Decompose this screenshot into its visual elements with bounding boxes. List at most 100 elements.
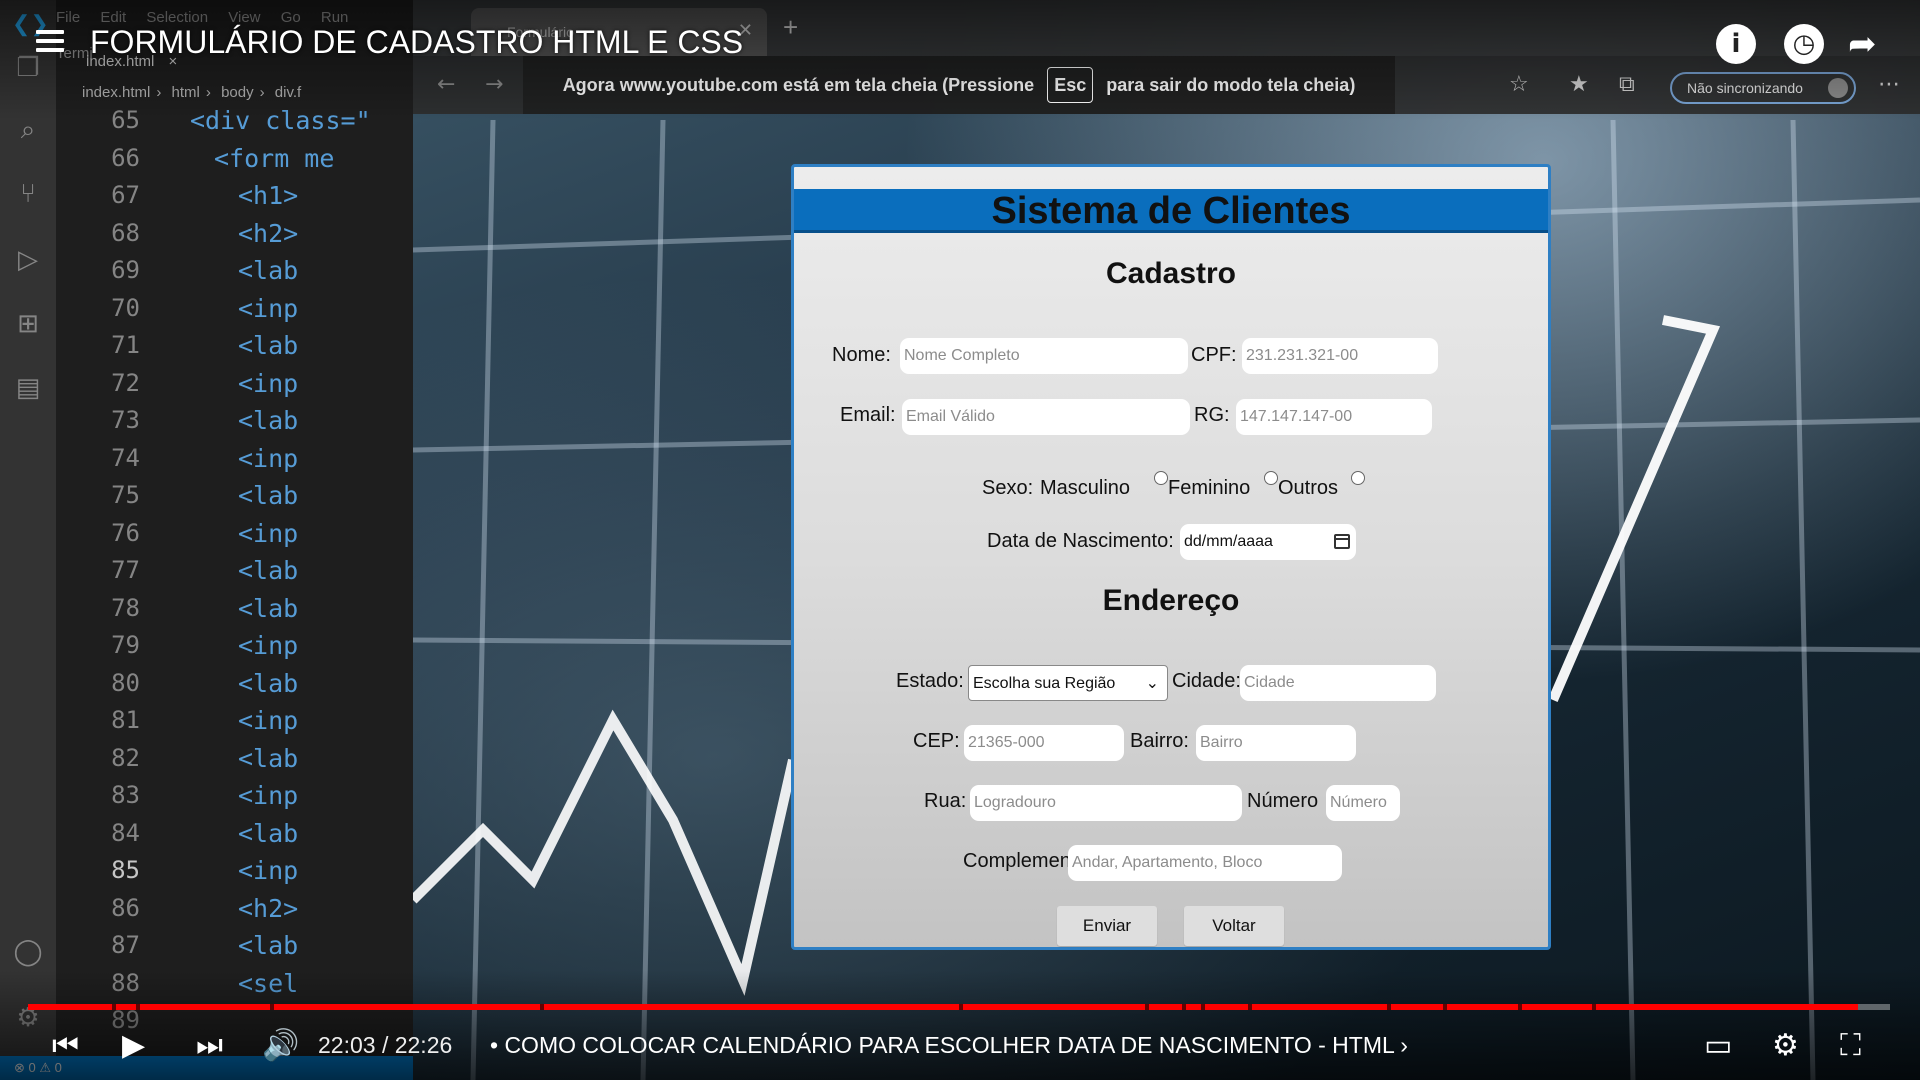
subtitles-icon[interactable]: ▭: [1704, 1028, 1732, 1064]
line-number: 72: [111, 368, 140, 397]
code-line: <inp: [238, 293, 299, 323]
line-number: 74: [111, 443, 140, 472]
cidade-label: Cidade:: [1172, 670, 1241, 692]
page-title: Sistema de Clientes: [991, 190, 1351, 232]
voltar-button[interactable]: Voltar: [1184, 906, 1284, 946]
code-line: <inp: [238, 706, 299, 735]
breadcrumb-item[interactable]: div.f: [275, 84, 301, 101]
sexo-feminino-radio[interactable]: [1264, 471, 1278, 485]
nome-input[interactable]: Nome Completo: [900, 338, 1188, 374]
cep-input[interactable]: 21365-000: [964, 725, 1124, 761]
next-icon[interactable]: ⏭: [196, 1028, 223, 1064]
volume-icon[interactable]: 🔊: [262, 1028, 299, 1064]
collections-icon[interactable]: ⧉: [1619, 72, 1635, 97]
remote-explorer-icon[interactable]: ▤: [12, 372, 44, 404]
video-title[interactable]: FORMULÁRIO DE CADASTRO HTML E CSS: [90, 24, 743, 61]
complemento-input[interactable]: Andar, Apartamento, Bloco: [1068, 845, 1342, 881]
watch-later-clock-icon[interactable]: ◷: [1784, 24, 1824, 64]
code-line: <inp: [238, 368, 299, 398]
section-title-endereco: Endereço: [1102, 584, 1240, 617]
code-line: <lab: [238, 556, 299, 585]
code-line: <lab: [238, 406, 299, 435]
explorer-icon[interactable]: ❐: [12, 52, 44, 84]
more-options-icon[interactable]: ⋯: [1878, 72, 1900, 97]
code-line: <lab: [238, 331, 299, 360]
rua-input[interactable]: Logradouro: [970, 785, 1242, 821]
cpf-input[interactable]: 231.231.321-00: [1242, 338, 1438, 374]
account-icon[interactable]: ◯: [12, 936, 44, 968]
line-number: 84: [111, 818, 140, 847]
hamburger-menu-icon[interactable]: [36, 30, 64, 52]
code-line: <div class=": [190, 106, 371, 135]
section-title-cadastro: Cadastro: [1105, 257, 1237, 290]
line-number: 88: [111, 968, 140, 997]
nascimento-label: Data de Nascimento:: [987, 530, 1174, 552]
rua-label: Rua:: [924, 790, 967, 812]
chapter-marker: [1443, 1004, 1448, 1010]
email-input[interactable]: Email Válido: [902, 399, 1190, 435]
forward-arrow-icon[interactable]: →: [485, 72, 503, 97]
code-line: <lab: [238, 931, 299, 960]
line-number: 87: [111, 931, 140, 959]
settings-gear-icon[interactable]: ⚙: [1772, 1028, 1799, 1064]
estado-select[interactable]: Escolha sua Região ⌄: [968, 665, 1168, 701]
fullscreen-notice-text-end: para sair do modo tela cheia): [1106, 75, 1356, 95]
sexo-outros-radio[interactable]: [1351, 471, 1365, 485]
info-icon[interactable]: i: [1716, 24, 1756, 64]
numero-input[interactable]: Número: [1326, 785, 1400, 821]
source-control-icon[interactable]: ⑂: [12, 178, 44, 210]
avatar: [1828, 78, 1848, 98]
back-arrow-icon[interactable]: ←: [437, 72, 455, 97]
favorites-icon[interactable]: ★: [1569, 72, 1589, 97]
previous-icon[interactable]: ⏮: [52, 1028, 79, 1064]
bairro-input[interactable]: Bairro: [1196, 725, 1356, 761]
line-number: 68: [111, 218, 140, 247]
sexo-masculino-radio[interactable]: [1154, 471, 1168, 485]
run-debug-icon[interactable]: ▷: [12, 244, 44, 276]
code-line: <form me: [214, 143, 335, 173]
code-editor[interactable]: <div class=" <form me <h1> <h2> <lab <inp <lab…: [176, 102, 413, 1002]
cep-label: CEP:: [913, 730, 960, 752]
rg-input[interactable]: 147.147.147-00: [1236, 399, 1432, 435]
chapter-marker: [1182, 1004, 1187, 1010]
chevron-down-icon: ⌄: [1145, 675, 1159, 692]
date-value: dd/mm/aaaa: [1184, 533, 1273, 550]
time-display: 22:03 / 22:26: [318, 1032, 453, 1058]
breadcrumb-item[interactable]: body: [221, 84, 254, 101]
code-line: <lab: [238, 593, 299, 623]
cidade-input[interactable]: Cidade: [1240, 665, 1436, 701]
browser-window: Formulário ✕ + ← → ☆ ★ ⧉ Não sincronizan…: [413, 0, 1920, 1080]
code-line: <inp: [238, 781, 299, 810]
play-icon[interactable]: ▶: [122, 1028, 145, 1064]
chapter-title[interactable]: • COMO COLOCAR CALENDÁRIO PARA ESCOLHER …: [490, 1032, 1408, 1059]
sync-status-button[interactable]: Não sincronizando: [1670, 72, 1856, 104]
code-line: <h2>: [238, 893, 299, 923]
code-line: <lab: [238, 818, 299, 848]
enviar-button[interactable]: Enviar: [1057, 906, 1157, 946]
line-number: 82: [111, 743, 140, 772]
line-number: 69: [111, 256, 140, 284]
line-number: 81: [111, 706, 140, 734]
new-tab-icon[interactable]: +: [783, 12, 798, 43]
line-number: 70: [111, 293, 140, 322]
fullscreen-notice: Agora www.youtube.com está em tela cheia…: [523, 56, 1395, 114]
sexo-option-outros-label: Outros: [1278, 477, 1339, 499]
add-favorite-icon[interactable]: ☆: [1509, 72, 1529, 97]
search-icon[interactable]: ⌕: [12, 114, 44, 146]
nascimento-date-input[interactable]: dd/mm/aaaa: [1180, 524, 1356, 560]
breadcrumb-item[interactable]: html: [172, 84, 200, 101]
chapter-marker: [270, 1004, 275, 1010]
code-line: <inp: [238, 631, 299, 660]
nome-label: Nome:: [832, 344, 891, 366]
menu-file[interactable]: File: [56, 9, 80, 26]
breadcrumb-item[interactable]: index.html: [82, 84, 150, 101]
exit-fullscreen-icon[interactable]: ⛶: [1840, 1028, 1861, 1064]
extensions-icon[interactable]: ⊞: [12, 308, 44, 340]
line-number: 80: [111, 668, 140, 697]
line-number: 79: [111, 631, 140, 659]
progress-bar[interactable]: [28, 1004, 1890, 1010]
chapter-marker: [1592, 1004, 1597, 1010]
share-arrow-icon[interactable]: ➦: [1848, 24, 1877, 64]
line-number: 75: [111, 481, 140, 509]
calendar-icon[interactable]: [1334, 534, 1350, 549]
